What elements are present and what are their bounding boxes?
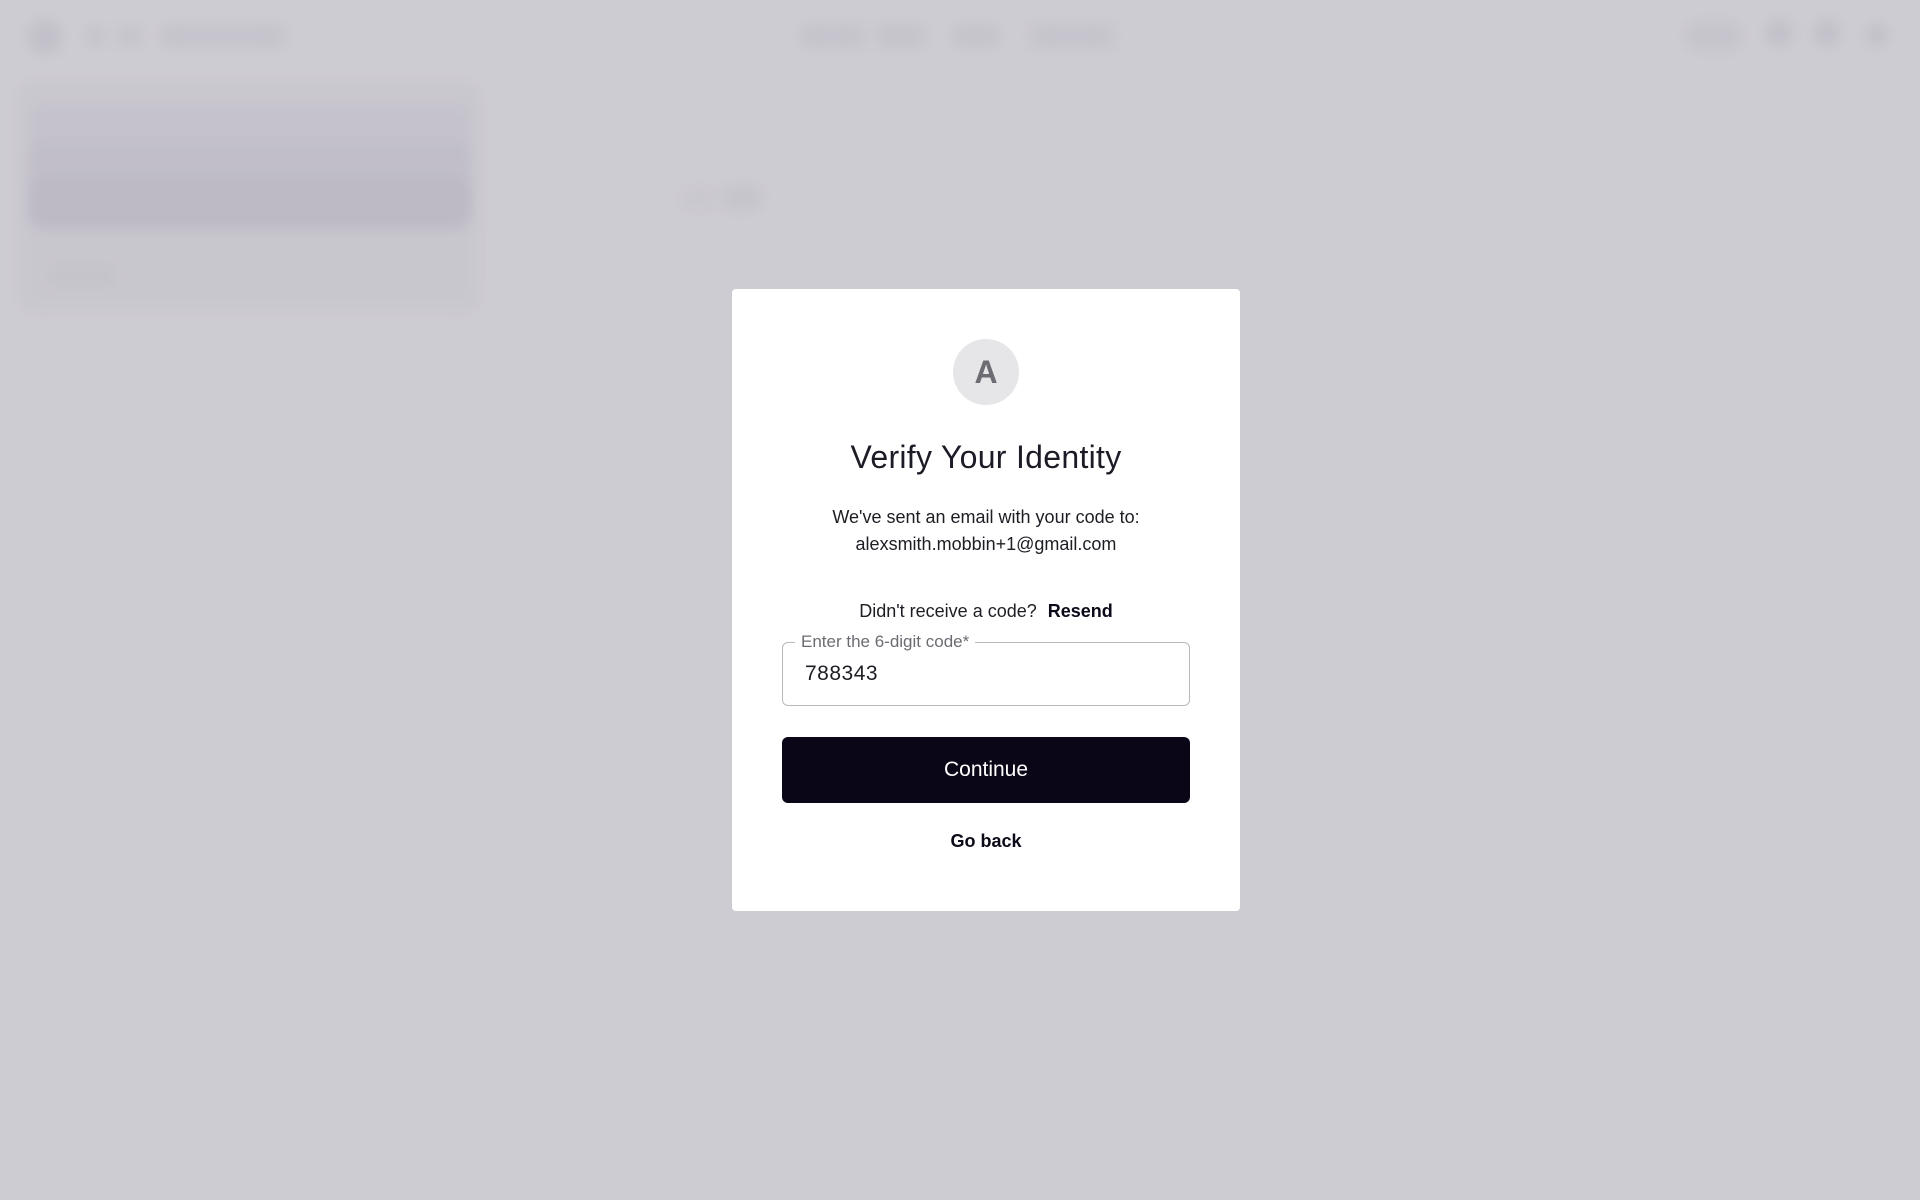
verify-identity-dialog: A Verify Your Identity We've sent an ema… [732,289,1240,911]
recipient-email: alexsmith.mobbin+1@gmail.com [855,534,1117,554]
avatar-letter: A [974,353,998,390]
resend-link[interactable]: Resend [1048,601,1113,621]
dialog-subtitle: We've sent an email with your code to: a… [782,504,1190,558]
code-field: Enter the 6-digit code* [782,632,1190,706]
continue-button[interactable]: Continue [782,737,1190,803]
continue-button-label: Continue [943,758,1029,781]
user-avatar: A [953,339,1019,405]
subtitle-message: We've sent an email with your code to: [832,507,1140,527]
code-input[interactable] [803,643,1169,705]
go-back-link[interactable]: Go back [950,831,1021,852]
dialog-title: Verify Your Identity [850,439,1122,475]
resend-row: Didn't receive a code? Resend [782,601,1190,622]
resend-prompt: Didn't receive a code? [859,601,1037,621]
